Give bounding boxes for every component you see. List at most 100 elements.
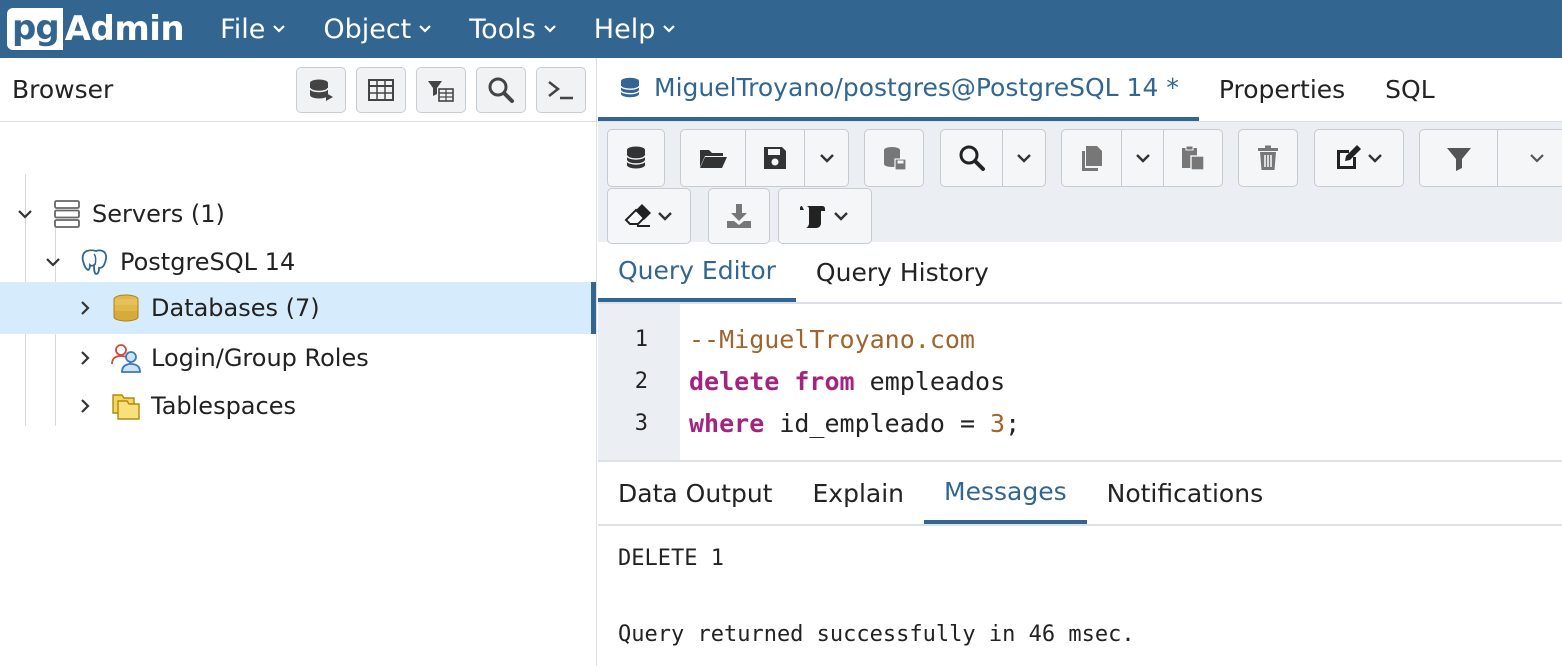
save-file-button[interactable]: [746, 130, 805, 186]
chevron-down-icon: [544, 25, 556, 33]
trash-icon: [1258, 145, 1278, 170]
search-objects-button[interactable]: [476, 66, 526, 113]
filter-icon: [1446, 148, 1471, 171]
database-save-icon: [884, 147, 907, 171]
servers-icon: [54, 200, 80, 228]
line-number: 2: [634, 369, 648, 394]
sql-comment: --MiguelTroyano.com: [689, 325, 975, 354]
sql-identifier: empleados: [869, 367, 1006, 396]
postgresql-elephant-icon: [81, 249, 107, 275]
edit-button[interactable]: [1315, 130, 1403, 186]
sql-editor[interactable]: 1 2 3 --MiguelTroyano.com delete from em…: [598, 304, 1562, 462]
chevron-down-icon[interactable]: [15, 204, 35, 224]
tab-query-tool[interactable]: MiguelTroyano/postgres@PostgreSQL 14 *: [598, 58, 1199, 121]
logo-admin: Admin: [64, 9, 185, 49]
chevron-down-icon: [419, 25, 432, 33]
chevron-right-icon[interactable]: [75, 396, 95, 416]
chevron-down-icon: [819, 154, 834, 163]
menubar: pg Admin File Object Tools Help: [0, 0, 1562, 58]
sql-identifier: id_empleado =: [779, 409, 991, 438]
sql-keyword: delete: [689, 367, 780, 396]
pgadmin-logo[interactable]: pg Admin: [7, 7, 185, 51]
connection-button[interactable]: [608, 130, 664, 186]
chevron-down-icon[interactable]: [43, 252, 63, 272]
find-options-dropdown[interactable]: [1003, 130, 1045, 186]
messages-panel: DELETE 1 Query returned successfully in …: [598, 526, 1562, 654]
find-button[interactable]: [941, 130, 1003, 186]
filtered-rows-button[interactable]: [416, 66, 466, 113]
save-data-button[interactable]: [865, 130, 923, 186]
tree-item-postgresql-14[interactable]: PostgreSQL 14: [0, 238, 596, 286]
tree-item-databases[interactable]: Databases (7): [0, 282, 596, 334]
sql-terminator: ;: [1005, 409, 1021, 438]
copy-options-dropdown[interactable]: [1122, 130, 1164, 186]
clear-button-group: [607, 188, 691, 244]
tab-messages-label: Messages: [944, 476, 1067, 506]
tablespaces-icon: [112, 394, 140, 420]
save-icon: [764, 147, 786, 169]
folder-open-icon: [700, 150, 727, 168]
download-csv-button[interactable]: [709, 189, 769, 243]
sql-keyword: where: [689, 409, 765, 438]
copy-button[interactable]: [1062, 130, 1122, 186]
tab-sql[interactable]: SQL: [1365, 58, 1454, 121]
file-button-group: [680, 129, 849, 187]
chevron-right-icon[interactable]: [75, 298, 95, 318]
view-data-button[interactable]: [356, 66, 406, 113]
chevron-down-icon: [1135, 154, 1150, 163]
tab-query-editor[interactable]: Query Editor: [598, 242, 796, 302]
open-file-button[interactable]: [681, 130, 746, 186]
browser-header: Browser: [0, 58, 596, 122]
databases-icon: [113, 294, 139, 322]
tab-properties-label: Properties: [1218, 75, 1346, 104]
tab-properties[interactable]: Properties: [1199, 58, 1365, 121]
tab-explain-label: Explain: [812, 478, 905, 508]
tab-explain[interactable]: Explain: [792, 462, 924, 524]
menu-help[interactable]: Help: [594, 14, 678, 45]
tree-item-label: Servers (1): [92, 200, 225, 228]
line-number: 1: [634, 327, 648, 352]
paste-button[interactable]: [1164, 130, 1222, 186]
tab-messages[interactable]: Messages: [924, 462, 1087, 524]
scroll-icon: [800, 206, 825, 228]
code-line-2: delete from empleados: [689, 361, 1020, 403]
tree-item-login-group-roles[interactable]: Login/Group Roles: [0, 334, 596, 382]
code-area[interactable]: --MiguelTroyano.com delete from empleado…: [680, 304, 1020, 460]
save-options-dropdown[interactable]: [805, 130, 848, 186]
main-tabbar: MiguelTroyano/postgres@PostgreSQL 14 * P…: [598, 58, 1562, 122]
clear-button[interactable]: [608, 189, 690, 243]
chevron-down-icon: [834, 212, 848, 221]
table-icon: [368, 78, 394, 101]
menu-tools[interactable]: Tools: [469, 14, 558, 45]
menu-file[interactable]: File: [220, 14, 287, 45]
macros-button-group: [778, 188, 872, 244]
copy-paste-button-group: [1061, 129, 1223, 187]
chevron-down-icon: [1530, 154, 1544, 163]
filter-table-icon: [428, 80, 454, 102]
menu-file-label: File: [220, 13, 266, 45]
tab-query-tool-label: MiguelTroyano/postgres@PostgreSQL 14 *: [654, 73, 1179, 102]
download-button-group: [708, 188, 770, 244]
tab-query-history[interactable]: Query History: [796, 242, 1009, 302]
tab-data-output[interactable]: Data Output: [598, 462, 792, 524]
menu-object[interactable]: Object: [323, 14, 433, 45]
delete-rows-button[interactable]: [1239, 130, 1297, 186]
code-line-1: --MiguelTroyano.com: [689, 319, 1020, 361]
tab-notifications[interactable]: Notifications: [1087, 462, 1283, 524]
psql-tool-button[interactable]: [536, 66, 586, 113]
macros-button[interactable]: [779, 189, 871, 243]
chevron-right-icon[interactable]: [75, 348, 95, 368]
query-tool-button[interactable]: [296, 66, 346, 113]
tree-item-label: PostgreSQL 14: [120, 248, 296, 276]
filter-button[interactable]: [1420, 130, 1498, 186]
edit-button-group: [1314, 129, 1404, 187]
tree-item-servers[interactable]: Servers (1): [0, 190, 596, 238]
tab-data-output-label: Data Output: [618, 478, 773, 508]
paste-icon: [1182, 145, 1205, 171]
message-line: DELETE 1: [618, 546, 724, 571]
copy-icon: [1081, 146, 1102, 171]
output-tabs: Data Output Explain Messages Notificatio…: [598, 462, 1562, 526]
search-icon: [959, 145, 985, 171]
tree-item-tablespaces[interactable]: Tablespaces: [0, 382, 596, 430]
filter-options-dropdown[interactable]: [1498, 130, 1562, 186]
